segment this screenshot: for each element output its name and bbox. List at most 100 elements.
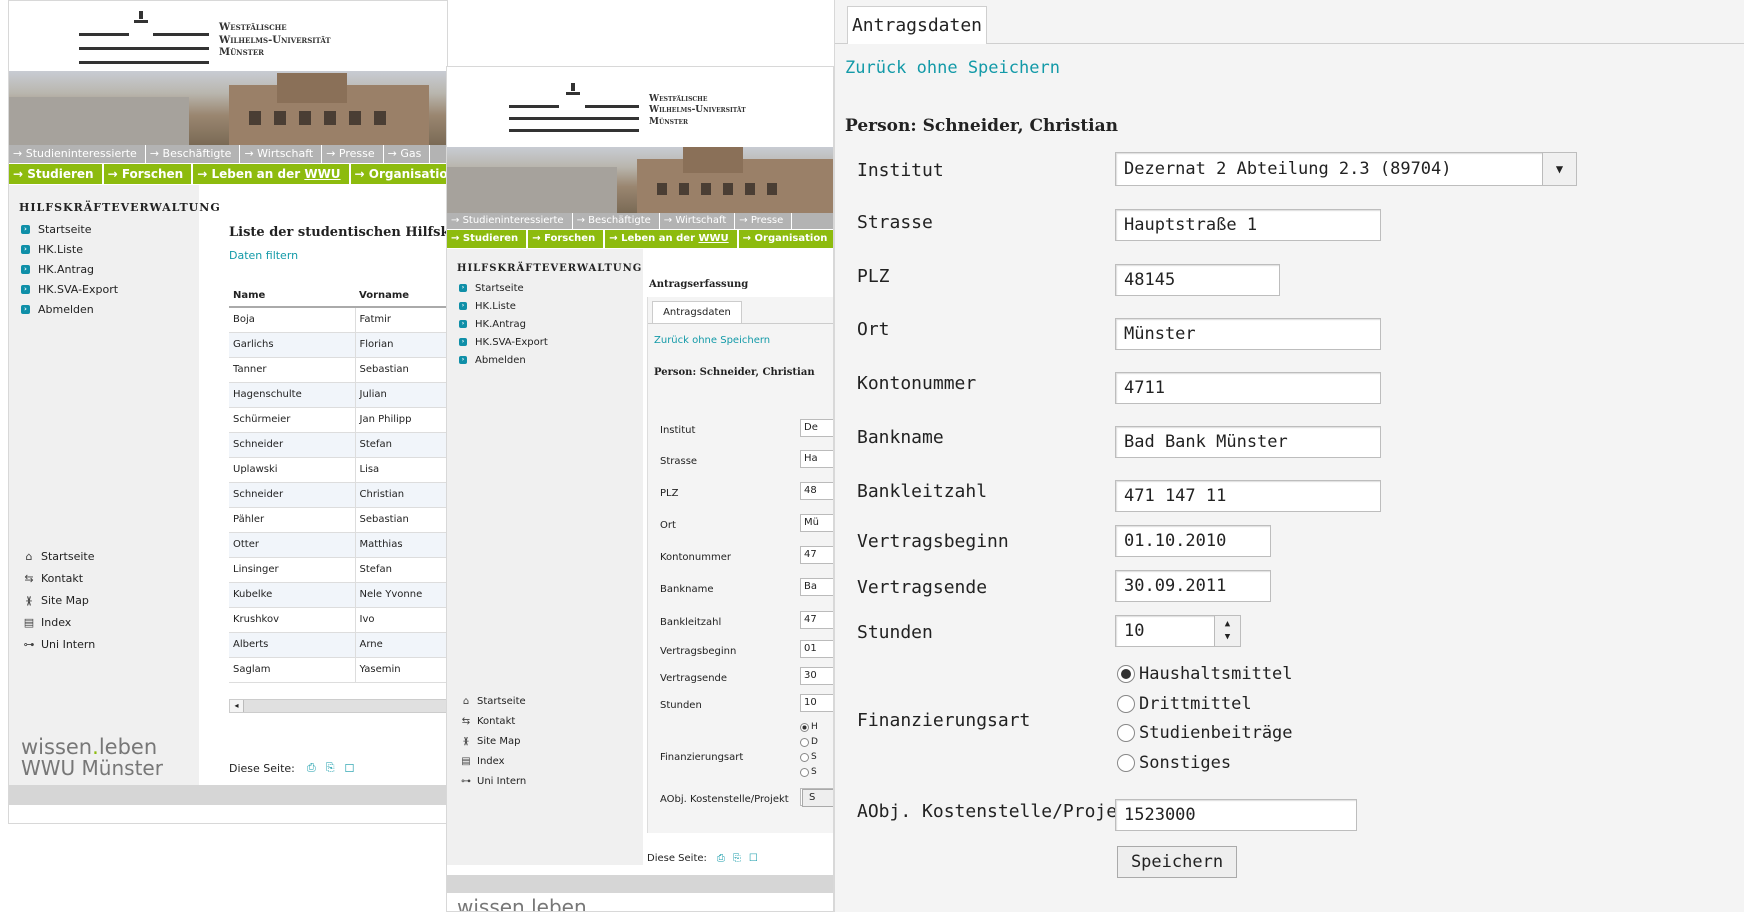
footer-link-index[interactable]: ▤ Index <box>21 611 95 633</box>
kostenstelle-input[interactable]: 1523000 <box>1115 799 1357 831</box>
kontonummer-input[interactable]: 47 <box>800 546 833 564</box>
strasse-input[interactable]: Hauptstraße 1 <box>1115 209 1381 241</box>
table-row[interactable]: Schneider Stefan <box>229 432 447 458</box>
table-row[interactable]: Garlichs Florian <box>229 332 447 358</box>
bankname-input[interactable]: Bad Bank Münster <box>1115 426 1381 458</box>
radio-option[interactable]: S <box>800 767 833 777</box>
table-row[interactable]: Boja Fatmir <box>229 307 447 333</box>
chevron-down-icon[interactable]: ▼ <box>1542 153 1576 185</box>
sidebar-item-startseite[interactable]: › Startseite <box>459 279 548 297</box>
plz-input[interactable]: 48145 <box>1115 264 1280 296</box>
column-header-name[interactable]: Name <box>229 285 355 308</box>
print-icon[interactable]: ⎙ <box>717 853 725 864</box>
nav-wirtschaft[interactable]: → Wirtschaft <box>240 145 323 163</box>
comment-icon[interactable]: ☐ <box>345 762 355 775</box>
stepper-up-icon[interactable]: ▲ <box>1225 618 1230 631</box>
vertragsbeginn-input[interactable]: 01 <box>800 640 833 658</box>
footer-link-index[interactable]: ▤ Index <box>459 751 526 771</box>
plz-input[interactable]: 48 <box>800 482 833 500</box>
back-link[interactable]: Zurück ohne Speichern <box>654 335 770 346</box>
radio-option[interactable]: S <box>800 752 833 762</box>
nav-presse[interactable]: → Presse <box>735 213 793 229</box>
kontonummer-input[interactable]: 4711 <box>1115 372 1381 404</box>
bankleitzahl-input[interactable]: 471 147 11 <box>1115 480 1381 512</box>
table-scrollbar[interactable]: ◂ <box>229 699 447 713</box>
radio-option[interactable]: H <box>800 722 833 732</box>
ort-input[interactable]: Münster <box>1115 318 1381 350</box>
vertragsende-input[interactable]: 30.09.2011 <box>1115 570 1271 602</box>
footer-link-uni-intern[interactable]: ⊶ Uni Intern <box>459 771 526 791</box>
radio-haushaltsmittel[interactable]: Haushaltsmittel <box>1117 664 1293 684</box>
table-row[interactable]: Krushkov Ivo <box>229 607 447 633</box>
table-row[interactable]: Saglam Yasemin <box>229 657 447 683</box>
column-header-vorname[interactable]: Vorname <box>355 285 447 308</box>
comment-icon[interactable]: ☐ <box>749 853 758 864</box>
tab-antragsdaten[interactable]: Antragsdaten <box>847 6 987 44</box>
footer-link-startseite[interactable]: ⌂ Startseite <box>21 545 95 567</box>
radio-drittmittel[interactable]: Drittmittel <box>1117 694 1252 714</box>
nav-gaeste[interactable]: → Gas <box>384 145 431 163</box>
sidebar-item-abmelden[interactable]: › Abmelden <box>459 351 548 369</box>
stepper-down-icon[interactable]: ▼ <box>1225 631 1230 644</box>
sidebar-item-startseite[interactable]: › Startseite <box>21 219 118 239</box>
sidebar-item-hk-liste[interactable]: › HK.Liste <box>21 239 118 259</box>
table-row[interactable]: Tanner Sebastian <box>229 357 447 383</box>
footer-link-sitemap[interactable]: ᚕ Site Map <box>21 589 95 611</box>
footer-link-startseite[interactable]: ⌂ Startseite <box>459 691 526 711</box>
stunden-stepper[interactable]: 10 ▲ ▼ <box>1115 615 1241 647</box>
stunden-input[interactable]: 10 <box>800 694 833 712</box>
nav-beschaeftigte[interactable]: → Beschäftigte <box>146 145 241 163</box>
ort-input[interactable]: Mü <box>800 514 833 532</box>
table-row[interactable]: Uplawski Lisa <box>229 457 447 483</box>
table-row[interactable]: Otter Matthias <box>229 532 447 558</box>
print-icon[interactable]: ⎙ <box>307 761 316 775</box>
footer-link-kontakt[interactable]: ⇆ Kontakt <box>459 711 526 731</box>
table-row[interactable]: Hagenschulte Julian <box>229 382 447 408</box>
table-row[interactable]: Kubelke Nele Yvonne <box>229 582 447 608</box>
footer-link-uni-intern[interactable]: ⊶ Uni Intern <box>21 633 96 655</box>
nav-organisation[interactable]: → Organisation <box>351 164 447 184</box>
nav-studieninteressierte[interactable]: → Studieninteressierte <box>447 213 573 229</box>
save-button-stub[interactable]: S <box>802 789 833 807</box>
nav-studieren[interactable]: → Studieren <box>447 230 529 248</box>
nav-wirtschaft[interactable]: → Wirtschaft <box>660 213 736 229</box>
nav-beschaeftigte[interactable]: → Beschäftigte <box>573 213 660 229</box>
footer-link-kontakt[interactable]: ⇆ Kontakt <box>21 567 95 589</box>
scroll-left-icon[interactable]: ◂ <box>230 700 244 712</box>
sidebar-item-hk-liste[interactable]: › HK.Liste <box>459 297 548 315</box>
nav-presse[interactable]: → Presse <box>322 145 384 163</box>
nav-studieren[interactable]: → Studieren <box>9 164 104 184</box>
sidebar-item-hk-antrag[interactable]: › HK.Antrag <box>459 315 548 333</box>
table-row[interactable]: Pähler Sebastian <box>229 507 447 533</box>
footer-link-sitemap[interactable]: ᚕ Site Map <box>459 731 526 751</box>
table-row[interactable]: Alberts Arne <box>229 632 447 658</box>
institut-select[interactable]: Dezernat 2 Abteilung 2.3 (89704) ▼ <box>1115 152 1577 186</box>
nav-studieninteressierte[interactable]: → Studieninteressierte <box>9 145 146 163</box>
table-row[interactable]: Schneider Christian <box>229 482 447 508</box>
strasse-input[interactable]: Ha <box>800 450 833 468</box>
bookmark-icon[interactable]: ⎘ <box>326 761 335 775</box>
sidebar-item-hk-sva-export[interactable]: › HK.SVA-Export <box>459 333 548 351</box>
nav-organisation[interactable]: → Organisation <box>739 230 833 248</box>
save-button[interactable]: Speichern <box>1117 846 1237 878</box>
radio-option[interactable]: D <box>800 737 833 747</box>
tab-antragsdaten[interactable]: Antragsdaten <box>652 301 742 323</box>
back-link[interactable]: Zurück ohne Speichern <box>845 58 1060 78</box>
vertragsende-input[interactable]: 30 <box>800 667 833 685</box>
radio-sonstiges[interactable]: Sonstiges <box>1117 753 1231 773</box>
nav-forschen[interactable]: → Forschen <box>104 164 194 184</box>
radio-studienbeitraege[interactable]: Studienbeiträge <box>1117 723 1293 743</box>
table-row[interactable]: Linsinger Stefan <box>229 557 447 583</box>
table-row[interactable]: Schürmeier Jan Philipp <box>229 407 447 433</box>
nav-leben[interactable]: → Leben an der WWU <box>605 230 739 248</box>
sidebar-item-hk-sva-export[interactable]: › HK.SVA-Export <box>21 279 118 299</box>
nav-forschen[interactable]: → Forschen <box>528 230 606 248</box>
bookmark-icon[interactable]: ⎘ <box>733 853 741 864</box>
filter-link[interactable]: Daten filtern <box>229 249 298 262</box>
bankname-input[interactable]: Ba <box>800 578 833 596</box>
vertragsbeginn-input[interactable]: 01.10.2010 <box>1115 525 1271 557</box>
sidebar-item-abmelden[interactable]: › Abmelden <box>21 299 118 319</box>
sidebar-item-hk-antrag[interactable]: › HK.Antrag <box>21 259 118 279</box>
nav-leben[interactable]: → Leben an der WWU <box>193 164 351 184</box>
bankleitzahl-input[interactable]: 47 <box>800 611 833 629</box>
